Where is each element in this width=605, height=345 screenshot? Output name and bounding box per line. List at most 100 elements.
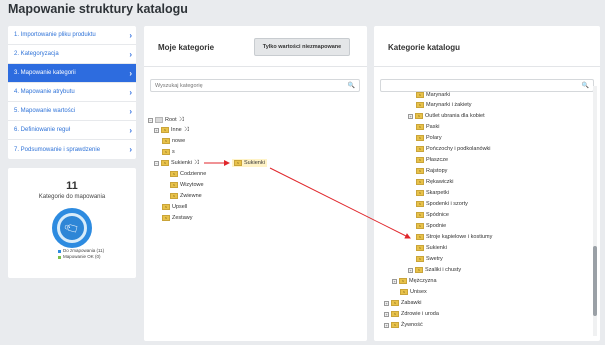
tree-node-s[interactable]: s s bbox=[162, 148, 175, 156]
catalog-node[interactable]: + s Zabawki bbox=[384, 299, 421, 307]
tree-node-zwiewne[interactable]: s Zwiewne bbox=[170, 192, 202, 200]
step-attribute-mapping[interactable]: 4. Mapowanie atrybutu › bbox=[8, 83, 136, 102]
folder-icon: s bbox=[170, 193, 178, 199]
legend-item: Mapowanie OK (0) bbox=[58, 254, 104, 260]
folder-icon: s bbox=[416, 179, 424, 185]
folder-icon: s bbox=[416, 201, 424, 207]
chevron-right-icon: › bbox=[129, 125, 132, 135]
folder-icon: s bbox=[162, 138, 170, 144]
folder-icon: s bbox=[416, 168, 424, 174]
step-label: 2. Kategoryzacja bbox=[14, 51, 59, 57]
shuffle-icon: ⤨ bbox=[183, 126, 189, 133]
step-label: 6. Definiowanie reguł bbox=[14, 127, 71, 133]
tree-node-codzienne[interactable]: s Codzienne bbox=[170, 170, 206, 178]
shuffle-icon: ⤨ bbox=[178, 116, 184, 123]
step-import[interactable]: 1. Importowanie pliku produktu › bbox=[8, 26, 136, 45]
progress-donut: 🏷 bbox=[52, 208, 92, 248]
expand-icon[interactable]: + bbox=[408, 113, 413, 119]
catalog-node[interactable]: s Spodenki i szorty bbox=[416, 200, 468, 208]
step-category-mapping[interactable]: 3. Mapowanie kategorii › bbox=[8, 64, 136, 83]
legend-swatch bbox=[58, 255, 61, 259]
legend-swatch bbox=[58, 249, 61, 253]
folder-icon: s bbox=[161, 160, 169, 166]
expand-icon[interactable]: + bbox=[384, 322, 389, 328]
tree-node-sukienki[interactable]: − s Sukienki ⤨ bbox=[154, 159, 199, 167]
chevron-right-icon: › bbox=[129, 87, 132, 97]
catalog-node[interactable]: s Marynarki bbox=[416, 91, 450, 99]
tree-node-inne[interactable]: + s Inne ⤨ bbox=[154, 126, 189, 134]
step-rules[interactable]: 6. Definiowanie reguł › bbox=[8, 121, 136, 140]
catalog-node[interactable]: s Swetry bbox=[416, 255, 443, 263]
folder-icon: s bbox=[416, 256, 424, 262]
catalog-node[interactable]: s Stroje kąpielowe i kostiumy bbox=[416, 233, 492, 241]
catalog-node[interactable]: + s Outlet ubrania dla kobiet bbox=[408, 112, 485, 120]
catalog-node[interactable]: s Paski bbox=[416, 123, 439, 131]
expand-icon[interactable]: + bbox=[392, 278, 397, 284]
folder-icon: s bbox=[416, 157, 424, 163]
folder-icon: s bbox=[416, 190, 424, 196]
collapse-icon[interactable]: − bbox=[154, 160, 159, 166]
catalog-node[interactable]: + s Szaliki i chusty bbox=[408, 266, 461, 274]
catalog-tree: s Marynarki s Marynarki i żakiety + s Outlet… bbox=[374, 26, 594, 341]
folder-icon: s bbox=[170, 182, 178, 188]
tree-node-zestawy[interactable]: s Zestawy bbox=[162, 214, 192, 222]
mapped-category-badge[interactable]: s Sukienki bbox=[232, 159, 267, 167]
expand-icon[interactable]: + bbox=[408, 267, 413, 273]
donut-legend: Do zmapowania (11) Mapowanie OK (0) bbox=[58, 248, 104, 260]
expand-icon[interactable]: + bbox=[154, 127, 159, 133]
catalog-node[interactable]: s Spódnice bbox=[416, 211, 449, 219]
categories-to-map-count: 11 bbox=[66, 180, 78, 192]
folder-icon: s bbox=[416, 212, 424, 218]
folder-icon: s bbox=[391, 322, 399, 328]
catalog-node[interactable]: s Skarpetki bbox=[416, 189, 449, 197]
catalog-node[interactable]: + s Mężczyzna bbox=[392, 277, 437, 285]
folder-icon: s bbox=[416, 92, 424, 98]
expand-icon[interactable]: + bbox=[384, 300, 389, 306]
step-value-mapping[interactable]: 5. Mapowanie wartości › bbox=[8, 102, 136, 121]
folder-icon bbox=[155, 117, 163, 123]
catalog-node[interactable]: s Rajstopy bbox=[416, 167, 447, 175]
tree-node-wizytowe[interactable]: s Wizytowe bbox=[170, 181, 204, 189]
folder-icon: s bbox=[415, 113, 423, 119]
chevron-right-icon: › bbox=[129, 106, 132, 116]
step-categorization[interactable]: 2. Kategoryzacja › bbox=[8, 45, 136, 64]
catalog-node[interactable]: s Unisex bbox=[400, 288, 427, 296]
step-summary[interactable]: 7. Podsumowanie i sprawdzenie › bbox=[8, 140, 136, 159]
catalog-node[interactable]: s Płaszcze bbox=[416, 156, 448, 164]
folder-icon: s bbox=[162, 204, 170, 210]
chevron-right-icon: › bbox=[129, 68, 132, 78]
step-label: 3. Mapowanie kategorii bbox=[14, 70, 76, 76]
catalog-node[interactable]: s Spodnie bbox=[416, 222, 446, 230]
tree-node-root[interactable]: − Root ⤨ bbox=[148, 116, 183, 124]
tree-node-upsell[interactable]: s Upsell bbox=[162, 203, 187, 211]
catalog-node[interactable]: s Marynarki i żakiety bbox=[416, 101, 472, 109]
scrollbar-thumb[interactable] bbox=[593, 246, 597, 316]
folder-icon: s bbox=[416, 124, 424, 130]
folder-icon: s bbox=[416, 146, 424, 152]
folder-icon: s bbox=[416, 234, 424, 240]
steps-nav: 1. Importowanie pliku produktu › 2. Kateg… bbox=[8, 26, 136, 159]
step-label: 1. Importowanie pliku produktu bbox=[14, 32, 96, 38]
tag-icon: 🏷 bbox=[63, 219, 82, 238]
catalog-node[interactable]: + s Zdrowie i uroda bbox=[384, 310, 439, 318]
catalog-node[interactable]: + s Żywność bbox=[384, 321, 423, 329]
catalog-node-target[interactable]: s Sukienki bbox=[416, 244, 447, 252]
categories-to-map-label: Kategorie do mapowania bbox=[38, 194, 106, 200]
step-label: 5. Mapowanie wartości bbox=[14, 108, 76, 114]
folder-icon: s bbox=[234, 160, 242, 166]
collapse-icon[interactable]: − bbox=[148, 117, 153, 123]
chevron-right-icon: › bbox=[129, 145, 132, 154]
expand-icon[interactable]: + bbox=[384, 311, 389, 317]
folder-icon: s bbox=[416, 135, 424, 141]
tree-node-nowe[interactable]: s nowe bbox=[162, 137, 185, 145]
catalog-scrollbar[interactable] bbox=[593, 86, 597, 336]
catalog-node[interactable]: s Polary bbox=[416, 134, 442, 142]
chevron-right-icon: › bbox=[129, 49, 132, 59]
catalog-node[interactable]: s Pończochy i podkolanówki bbox=[416, 145, 491, 153]
catalog-node[interactable]: s Rękawiczki bbox=[416, 178, 454, 186]
page-title: Mapowanie struktury katalogu bbox=[8, 2, 188, 16]
folder-icon: s bbox=[416, 102, 424, 108]
folder-icon: s bbox=[170, 171, 178, 177]
shuffle-icon: ⤨ bbox=[193, 159, 199, 166]
folder-icon: s bbox=[391, 311, 399, 317]
